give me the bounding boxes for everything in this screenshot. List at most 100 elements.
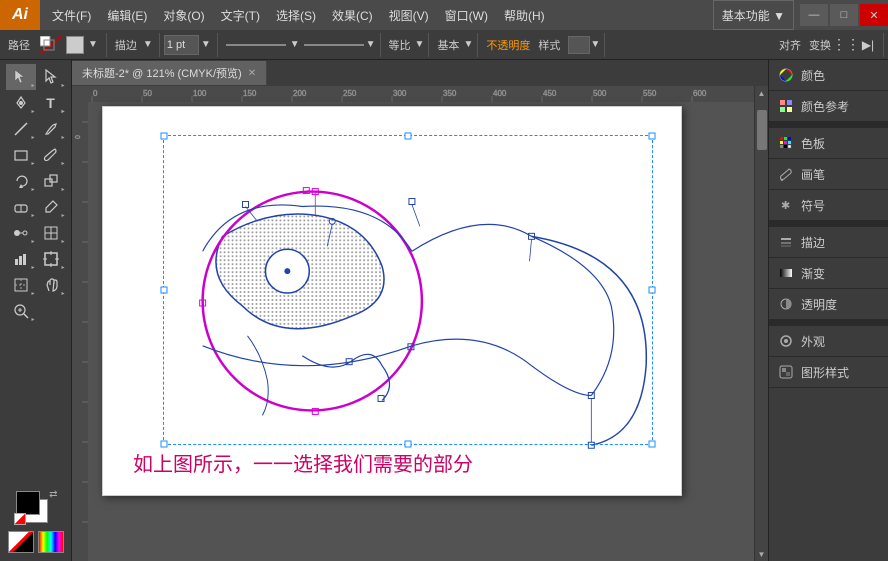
brush-icon [777, 165, 795, 183]
tab-label: 未标题-2* @ 121% (CMYK/预览) [82, 65, 242, 81]
transform-label[interactable]: 变换 [805, 37, 835, 53]
minimize-button[interactable]: — [800, 4, 828, 26]
panel-stroke[interactable]: 描边 [769, 227, 888, 258]
tool-rotate[interactable]: ▸ [6, 168, 36, 194]
menu-effect[interactable]: 效果(C) [324, 0, 381, 30]
tool-direct-selection[interactable]: ▸ [36, 64, 66, 90]
svg-text:150: 150 [243, 89, 257, 98]
menu-view[interactable]: 视图(V) [381, 0, 437, 30]
menu-help[interactable]: 帮助(H) [496, 0, 553, 30]
svg-text:350: 350 [443, 89, 457, 98]
menu-file[interactable]: 文件(F) [44, 0, 99, 30]
tool-pencil[interactable]: ▸ [36, 116, 66, 142]
maximize-button[interactable]: □ [830, 4, 858, 26]
align-label[interactable]: 对齐 [775, 37, 805, 53]
swatch-icon [777, 134, 795, 152]
panel-appearance[interactable]: 外观 [769, 326, 888, 357]
vertical-scrollbar[interactable]: ▲ ▼ [754, 86, 768, 561]
tool-artboard[interactable]: ▸ [36, 246, 66, 272]
panel-gradient[interactable]: 渐变 [769, 258, 888, 289]
svg-text:100: 100 [193, 89, 207, 98]
opacity-section: 不透明度 样式 ▼ [478, 33, 605, 57]
tool-selection[interactable]: ▸ [6, 64, 36, 90]
proportion-label: 等比 [385, 37, 415, 53]
toolbar: 路径 ▼ 描边 ▼ ▼ ▼ ▼ 等比 ▼ 基本 ▼ 不透明度 样式 [0, 30, 888, 60]
tool-eraser[interactable]: ▸ [6, 194, 36, 220]
tool-eyedropper[interactable]: ▸ [36, 194, 66, 220]
main-area: ▸ ▸ ▸ T ▸ ▸ ▸ [0, 60, 888, 561]
line-style-solid [226, 44, 286, 46]
tool-mesh[interactable]: ▸ [36, 220, 66, 246]
color-ref-icon [777, 97, 795, 115]
tool-pen[interactable]: ▸ [6, 90, 36, 116]
tool-hand[interactable]: ▸ [36, 272, 66, 298]
panel-color-ref-label: 颜色参考 [801, 98, 849, 115]
menu-edit[interactable]: 编辑(E) [99, 0, 155, 30]
none-color-indicator [8, 531, 34, 553]
scroll-down-arrow[interactable]: ▼ [755, 547, 769, 561]
opacity-label[interactable]: 不透明度 [482, 37, 534, 53]
ruler-horizontal: /* ruler ticks rendered by SVG */ 0 50 1… [72, 86, 768, 102]
tool-paintbrush[interactable]: ▸ [36, 142, 66, 168]
panel-symbol[interactable]: ✱ 符号 [769, 190, 888, 221]
workspace-selector[interactable]: 基本功能 ▼ [713, 0, 794, 30]
canvas-scroll[interactable]: /* ruler ticks rendered by SVG */ 0 50 1… [72, 86, 768, 561]
appearance-icon [777, 332, 795, 350]
menu-bar: 文件(F) 编辑(E) 对象(O) 文字(T) 选择(S) 效果(C) 视图(V… [40, 0, 713, 30]
tool-shape[interactable]: ▸ [6, 142, 36, 168]
mode-label: 描边 [111, 37, 141, 53]
gradient-icon [777, 264, 795, 282]
artwork-canvas[interactable]: 如上图所示，一一选择我们需要的部分 [102, 106, 682, 496]
panel-color-ref[interactable]: 颜色参考 [769, 91, 888, 122]
panel-swatch[interactable]: 色板 [769, 128, 888, 159]
stroke-box-btn[interactable] [66, 36, 84, 54]
panel-symbol-label: 符号 [801, 197, 825, 214]
ruler-vertical: 0 [72, 102, 88, 561]
tool-line[interactable]: ▸ [6, 116, 36, 142]
menu-window[interactable]: 窗口(W) [437, 0, 496, 30]
tool-slice[interactable]: ▸ [6, 272, 36, 298]
transparency-icon [777, 295, 795, 313]
canvas-area: 未标题-2* @ 121% (CMYK/预览) ✕ /* ruler ticks… [72, 60, 768, 561]
svg-text:0: 0 [75, 135, 82, 139]
svg-text:50: 50 [143, 89, 152, 98]
svg-text:450: 450 [543, 89, 557, 98]
stroke-weight-section: ▼ [160, 33, 218, 57]
tool-type[interactable]: T ▸ [36, 90, 66, 116]
panel-graphic-style[interactable]: 图形样式 [769, 357, 888, 388]
app-logo: Ai [0, 0, 40, 30]
close-button[interactable]: ✕ [860, 4, 888, 26]
tool-blend[interactable]: ▸ [6, 220, 36, 246]
document-tab[interactable]: 未标题-2* @ 121% (CMYK/预览) ✕ [72, 61, 267, 85]
svg-text:0: 0 [93, 89, 98, 98]
panel-color-label: 颜色 [801, 67, 825, 84]
base-label: 基本 [433, 37, 463, 53]
tool-zoom[interactable]: ▸ [6, 298, 36, 324]
panel-color[interactable]: 颜色 [769, 60, 888, 91]
menu-text[interactable]: 文字(T) [213, 0, 268, 30]
more-options-btn[interactable]: ⋮⋮ [835, 34, 857, 56]
scroll-up-arrow[interactable]: ▲ [755, 86, 769, 100]
tool-scale[interactable]: ▸ [36, 168, 66, 194]
svg-text:550: 550 [643, 89, 657, 98]
tab-close-btn[interactable]: ✕ [248, 68, 256, 79]
stroke-weight-input[interactable] [164, 35, 199, 55]
default-colors-btn[interactable] [14, 513, 26, 525]
swap-colors-btn[interactable]: ⇄ [49, 489, 57, 500]
menu-object[interactable]: 对象(O) [155, 0, 212, 30]
svg-text:✱: ✱ [781, 200, 790, 212]
svg-text:250: 250 [343, 89, 357, 98]
stroke-color-btn[interactable] [38, 34, 64, 56]
proportion-section: 等比 ▼ [381, 33, 430, 57]
graphic-style-icon [777, 363, 795, 381]
panel-transparency[interactable]: 透明度 [769, 289, 888, 320]
color-swatches: ⇄ [4, 485, 68, 557]
menu-select[interactable]: 选择(S) [268, 0, 324, 30]
panel-toggle-btn[interactable]: ▶| [857, 34, 879, 56]
foreground-color-swatch[interactable] [16, 491, 40, 515]
toolbox: ▸ ▸ ▸ T ▸ ▸ ▸ [0, 60, 72, 561]
svg-text:600: 600 [693, 89, 707, 98]
panel-brush[interactable]: 画笔 [769, 159, 888, 190]
scroll-thumb[interactable] [757, 110, 767, 150]
tool-graph[interactable]: ▸ [6, 246, 36, 272]
